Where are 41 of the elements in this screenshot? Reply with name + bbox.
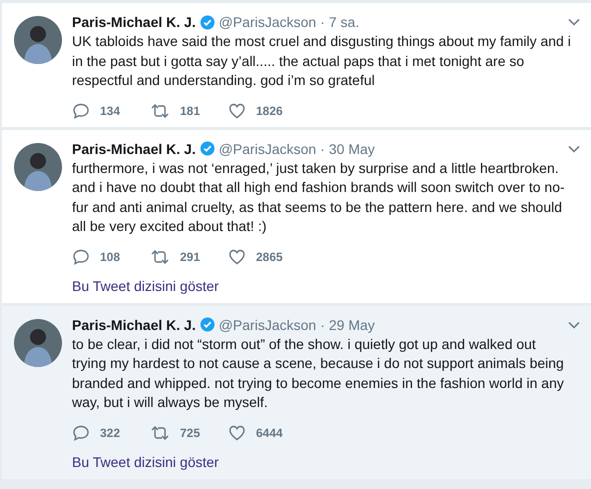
separator-dot: · xyxy=(320,140,325,156)
like-count: 1826 xyxy=(256,104,283,118)
reply-count: 134 xyxy=(100,104,120,118)
retweet-count: 291 xyxy=(180,250,200,264)
retweet-count: 725 xyxy=(180,426,200,440)
show-thread-link[interactable]: Bu Tweet dizisini göster xyxy=(72,278,219,294)
tweet-card[interactable] xyxy=(2,304,591,478)
avatar[interactable] xyxy=(14,318,62,366)
retweet-icon[interactable] xyxy=(150,102,170,120)
reply-count: 322 xyxy=(100,426,120,440)
reply-count: 108 xyxy=(100,250,120,264)
tweet-card[interactable] xyxy=(2,128,591,302)
author-handle[interactable]: @ParisJackson xyxy=(218,140,316,156)
separator-dot: · xyxy=(320,316,325,332)
tweet-card[interactable] xyxy=(2,2,591,126)
like-count: 2865 xyxy=(256,250,283,264)
avatar[interactable] xyxy=(14,142,62,190)
tweet-text: UK tabloids have said the most cruel and disgusting things about my family and i in the past but i gotta say y’all..... the actual paps that i met tonight are so respectful and understanding. god i’m so grateful xyxy=(72,32,572,90)
separator-dot: · xyxy=(320,14,325,30)
retweet-icon[interactable] xyxy=(150,248,170,266)
retweet-count: 181 xyxy=(180,104,200,118)
reply-icon[interactable] xyxy=(72,424,90,442)
avatar[interactable] xyxy=(14,16,62,64)
reply-icon[interactable] xyxy=(72,248,90,266)
author-name[interactable]: Paris-Michael K. J. xyxy=(72,316,196,332)
tweet-time[interactable]: 29 May xyxy=(328,316,375,332)
author-name[interactable]: Paris-Michael K. J. xyxy=(72,140,196,156)
tweet-time[interactable]: 30 May xyxy=(328,140,375,156)
like-count: 6444 xyxy=(256,426,283,440)
retweet-icon[interactable] xyxy=(150,424,170,442)
tweet-time[interactable]: 7 sa. xyxy=(328,14,360,30)
tweet-text: to be clear, i did not “storm out” of the show. i quietly got up and walked out trying my hardest to not cause a scene, because i do not support animals being branded and whipped. not trying to become enemies in the fashion world in any way, but i will always be myself. xyxy=(72,334,565,412)
heart-icon[interactable] xyxy=(228,248,246,266)
heart-icon[interactable] xyxy=(228,424,246,442)
author-handle[interactable]: @ParisJackson xyxy=(218,316,316,332)
author-name[interactable]: Paris-Michael K. J. xyxy=(72,14,196,30)
show-thread-link[interactable]: Bu Tweet dizisini göster xyxy=(72,454,219,470)
reply-icon[interactable] xyxy=(72,102,90,120)
heart-icon[interactable] xyxy=(228,102,246,120)
tweet-text: furthermore, i was not ‘enraged,’ just taken by surprise and a little heartbroken. and i have no doubt that all high end fashion brands will soon switch over to no-fur and anti animal cruelty, as that seems to be the pattern here. and we should all be very excited about that! :) xyxy=(72,158,566,236)
author-handle[interactable]: @ParisJackson xyxy=(218,14,316,30)
